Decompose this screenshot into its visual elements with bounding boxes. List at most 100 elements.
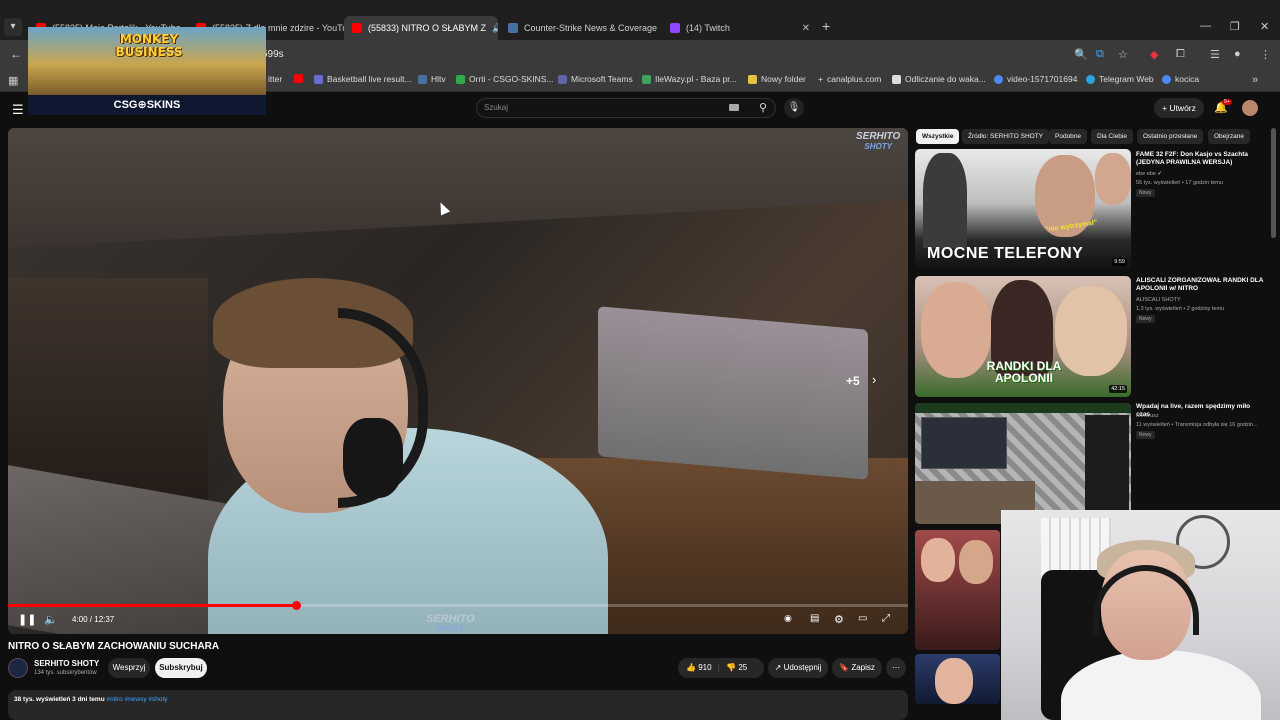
bookmark-item[interactable] bbox=[294, 74, 307, 83]
tab-label: (55833) NITRO O SŁABYM Z bbox=[368, 23, 487, 33]
settings-gear-icon[interactable]: ⚙ bbox=[834, 613, 844, 626]
watermark-sub: SHOTY bbox=[436, 624, 465, 633]
miniplayer-icon[interactable]: ▭ bbox=[858, 613, 867, 624]
share-button[interactable]: ↗ Udostępnij bbox=[768, 658, 828, 678]
subtitles-icon[interactable]: ▤ bbox=[810, 613, 819, 624]
bookmark-star-icon[interactable]: ☆ bbox=[1118, 48, 1128, 61]
bookmark-favicon-icon bbox=[642, 74, 651, 84]
keyboard-icon[interactable] bbox=[729, 104, 739, 111]
install-app-icon[interactable]: ⧉ bbox=[1096, 48, 1104, 61]
bookmark-item[interactable]: Basketball live result... bbox=[314, 74, 412, 84]
address-bar[interactable]: 599s bbox=[262, 44, 1142, 66]
tab-counter-strike[interactable]: Counter-Strike News & Coverage ✕ bbox=[500, 16, 660, 40]
bookmark-item[interactable]: Microsoft Teams bbox=[558, 74, 633, 84]
save-button[interactable]: 🔖 Zapisz bbox=[832, 658, 882, 678]
endscreen-more-count[interactable]: +5 bbox=[846, 374, 860, 388]
thumbs-down-icon[interactable]: 👎 bbox=[726, 663, 736, 672]
close-tab-icon[interactable]: ✕ bbox=[657, 23, 660, 34]
audio-icon[interactable]: 🔊 bbox=[492, 23, 498, 34]
chip-recently-uploaded[interactable]: Ostatnio przesłane bbox=[1137, 129, 1204, 144]
tab-youtube-active[interactable]: (55833) NITRO O SŁABYM Z 🔊 ✕ bbox=[344, 16, 498, 40]
bookmark-item[interactable]: itter bbox=[268, 74, 282, 84]
more-bookmarks-icon[interactable]: » bbox=[1252, 74, 1258, 86]
bookmark-item[interactable]: video-1571701694 bbox=[994, 74, 1077, 84]
related-video-channel[interactable]: ebe ebe ✔ bbox=[1136, 171, 1162, 177]
new-tab-button[interactable]: + bbox=[822, 18, 830, 34]
related-video-thumbnail[interactable]: RANDKI DLA APOLONII 42:15 bbox=[915, 276, 1131, 397]
subscribe-button[interactable]: Subskrybuj bbox=[155, 658, 207, 678]
channel-name[interactable]: SERHITO SHOTY bbox=[34, 659, 99, 668]
reading-list-icon[interactable]: ☰ bbox=[1210, 48, 1220, 61]
related-video-thumbnail[interactable] bbox=[915, 654, 1000, 704]
related-video-title[interactable]: ALISCALI ZORGANIZOWAŁ RANDKI DLA APOLONI… bbox=[1136, 277, 1266, 293]
new-badge: Nowy bbox=[1136, 189, 1155, 197]
bookmark-item[interactable]: Telegram Web bbox=[1086, 74, 1154, 84]
description-hashtags[interactable]: #nitro #newsy #shoty bbox=[106, 696, 167, 703]
like-count[interactable]: 910 bbox=[698, 663, 711, 672]
fullscreen-icon[interactable]: ⤢ bbox=[882, 613, 890, 624]
video-player[interactable]: SERHITO SHOTY SERHITO SHOTY bbox=[8, 128, 908, 634]
profile-icon[interactable]: ● bbox=[1234, 48, 1241, 60]
zoom-icon[interactable]: 🔍 bbox=[1074, 48, 1088, 61]
bookmark-item[interactable]: kocica bbox=[1162, 74, 1199, 84]
page-scrollbar[interactable] bbox=[1271, 128, 1276, 238]
back-button[interactable]: ← bbox=[10, 47, 22, 61]
related-video-thumbnail[interactable] bbox=[915, 530, 1000, 650]
volume-icon[interactable]: 🔈 bbox=[44, 613, 58, 626]
bookmark-item[interactable]: Odliczanie do waka... bbox=[892, 74, 986, 84]
channel-watermark[interactable]: SERHITO SHOTY bbox=[856, 132, 900, 152]
chip-source-channel[interactable]: Źródło: SERHITO SHOTY bbox=[962, 129, 1050, 144]
channel-name: ebe ebe bbox=[1136, 171, 1156, 177]
chip-watched[interactable]: Obejrzane bbox=[1208, 129, 1250, 144]
related-video-title[interactable]: FAME 32 F2F: Don Kasjo vs Szachta (JEDYN… bbox=[1136, 151, 1266, 167]
bookmark-item[interactable]: Orrti - CSGO-SKINS... bbox=[456, 74, 554, 84]
browser-menu-icon[interactable]: ⋮ bbox=[1260, 48, 1271, 61]
bookmark-label: Orrti - CSGO-SKINS... bbox=[469, 74, 554, 84]
progress-bar[interactable] bbox=[8, 601, 908, 610]
autoplay-toggle-icon[interactable]: ◉ bbox=[784, 613, 792, 624]
chip-all[interactable]: Wszystkie bbox=[916, 129, 960, 144]
bookmark-label: Odliczanie do waka... bbox=[905, 74, 986, 84]
create-button[interactable]: + Utwórz bbox=[1154, 98, 1204, 118]
tab-search-dropdown[interactable]: ▾ bbox=[4, 18, 22, 36]
extension-icon[interactable]: ◆ bbox=[1150, 48, 1158, 61]
description-box[interactable] bbox=[8, 690, 908, 720]
related-video-meta: 56 tys. wyświetleń • 17 godzin temu bbox=[1136, 180, 1223, 186]
related-video-channel[interactable]: Morfeusz bbox=[1136, 413, 1159, 419]
bookmark-item[interactable]: + canalplus.com bbox=[818, 74, 881, 84]
close-window-button[interactable]: ✕ bbox=[1260, 20, 1269, 33]
thumbs-up-icon[interactable]: 👍 bbox=[686, 663, 696, 672]
chevron-right-icon[interactable]: › bbox=[872, 372, 876, 387]
apps-grid-icon[interactable]: ▦ bbox=[8, 74, 18, 87]
new-badge: Nowy bbox=[1136, 315, 1155, 323]
chip-related[interactable]: Podobne bbox=[1049, 129, 1088, 144]
related-video-thumbnail[interactable] bbox=[915, 403, 1131, 524]
hamburger-menu-icon[interactable]: ☰ bbox=[12, 102, 24, 118]
bookmark-label: kocica bbox=[1175, 74, 1200, 84]
minimize-button[interactable]: — bbox=[1200, 20, 1211, 32]
bookmark-folder[interactable]: Nowy folder bbox=[748, 74, 806, 84]
support-button[interactable]: Wesprzyj bbox=[108, 658, 150, 678]
related-video-thumbnail[interactable]: "nie wytrzymał" MOCNE TELEFONY 9:59 bbox=[915, 149, 1131, 270]
restore-button[interactable]: ❐ bbox=[1230, 20, 1240, 33]
thumb-person bbox=[923, 153, 967, 248]
bookmark-item[interactable]: Hltv bbox=[418, 74, 446, 84]
stream-ad-overlay: MONKEY BUSINESS CSG⊕SKINS bbox=[28, 27, 266, 115]
microphone-icon[interactable]: 🎙 bbox=[784, 98, 804, 118]
description-views-date: 38 tys. wyświetleń 3 dni temu bbox=[14, 696, 105, 703]
more-actions-icon[interactable]: ⋯ bbox=[886, 658, 906, 678]
extensions-puzzle-icon[interactable]: ⧠ bbox=[1176, 48, 1185, 61]
chip-for-you[interactable]: Dla Ciebie bbox=[1091, 129, 1133, 144]
dislike-count[interactable]: 25 bbox=[738, 663, 747, 672]
tab-twitch[interactable]: (14) Twitch ✕ bbox=[662, 16, 818, 40]
user-avatar[interactable] bbox=[1242, 100, 1258, 116]
search-icon[interactable]: ⚲ bbox=[750, 98, 776, 118]
video-frame-ceiling bbox=[8, 128, 908, 248]
bookmark-item[interactable]: IleWazy.pl - Baza pr... bbox=[642, 74, 737, 84]
pause-icon[interactable]: ❚❚ bbox=[18, 613, 36, 626]
thumb-stream-webcam bbox=[921, 417, 1007, 469]
channel-avatar[interactable] bbox=[8, 658, 28, 678]
scrubber-handle[interactable] bbox=[292, 601, 301, 610]
related-video-channel[interactable]: ALISCALI SHOTY bbox=[1136, 297, 1181, 303]
close-tab-icon[interactable]: ✕ bbox=[796, 23, 810, 34]
